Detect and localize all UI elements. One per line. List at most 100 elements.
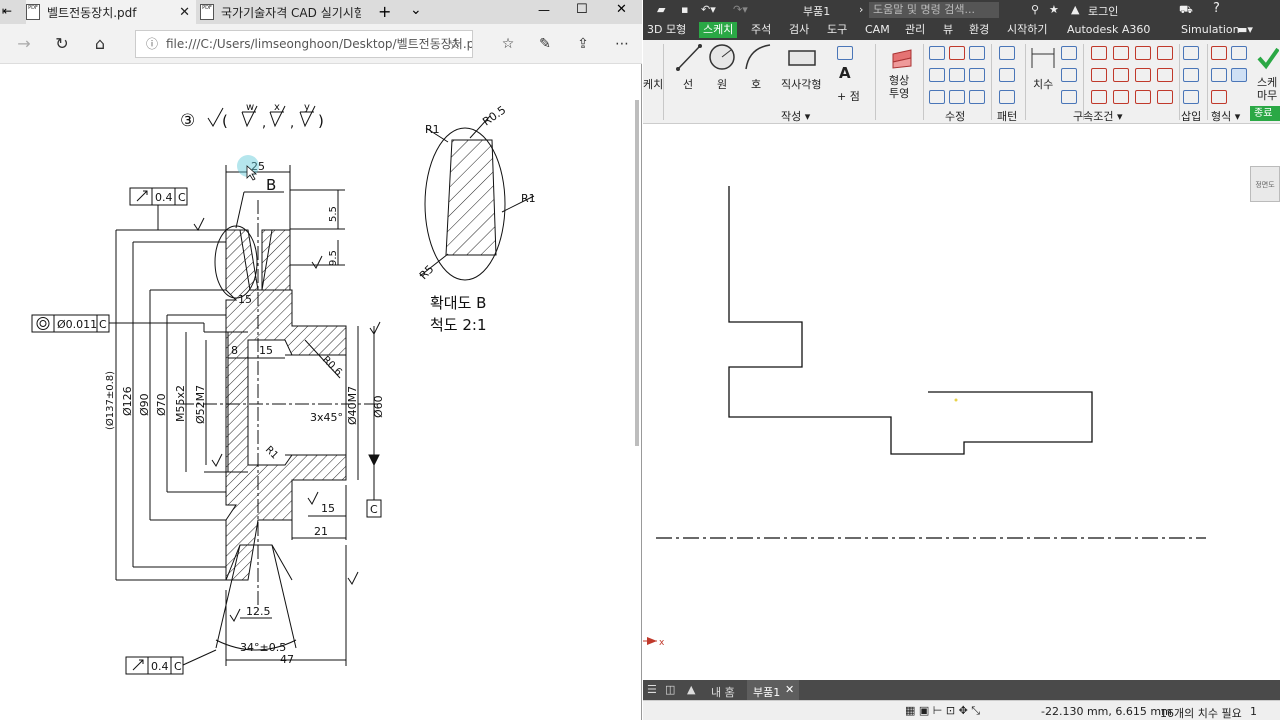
copy-icon[interactable] [929,68,945,82]
text-tool-button[interactable]: A [839,64,851,82]
status-tools-icon[interactable]: ▦ ▣ ⊢ ⊡ ✥ ⤡ [905,704,980,718]
close-doc-icon[interactable]: ✕ [785,683,794,696]
tab-simulation[interactable]: Simulation [1177,22,1244,38]
driven-dimension-icon[interactable] [1211,90,1227,104]
constraint-settings-icon[interactable] [1061,90,1077,104]
tab-view[interactable]: 뷰 [939,22,957,38]
favorites-list-icon[interactable]: ☆ [496,32,520,56]
finish-sketch-label[interactable]: 스케 마무 [1257,76,1277,102]
horizontal-icon[interactable] [1135,68,1151,82]
address-bar[interactable]: ⓘ file:///C:/Users/limseonghoon/Desktop/… [135,30,473,58]
back-arrow-icon[interactable]: → [12,32,36,56]
tab-environment[interactable]: 환경 [965,22,993,38]
construction-icon[interactable] [1211,46,1227,60]
offset-icon[interactable] [969,90,985,104]
rectangle-label[interactable]: 직사각형 [781,76,821,92]
close-tab-icon[interactable]: ✕ [179,5,190,20]
tab-cad-exam[interactable]: PDF 국가기술자격 CAD 실기시험 [200,0,370,24]
rectangle-tool-icon[interactable] [787,48,817,68]
collinear-icon[interactable] [1113,46,1129,60]
insert-image-icon[interactable] [1183,46,1199,60]
rect-pattern-icon[interactable] [999,46,1015,60]
parallel-icon[interactable] [1091,68,1107,82]
tab-sketch[interactable]: 스케치 [699,22,738,38]
help-search-input[interactable]: 도움말 및 명령 검색... [869,2,999,18]
more-icon[interactable]: ⋯ [610,32,634,56]
coincident-icon[interactable] [1091,46,1107,60]
group-format[interactable]: 형식 ▾ [1211,108,1240,124]
tab-tools[interactable]: 도구 [823,22,851,38]
smooth-icon[interactable] [1113,90,1129,104]
list-icon[interactable]: ▲ [687,683,695,696]
help-icon[interactable]: ?⁠ [1213,1,1220,16]
maximize-button[interactable]: ☐ [576,2,588,17]
tab-annotate[interactable]: 주석 [747,22,775,38]
favorite-star-icon[interactable]: ☆ [443,32,467,56]
move-icon[interactable] [929,46,945,60]
pdf-scrollbar[interactable] [635,100,639,446]
tab-my-home[interactable]: 내 홈 [711,684,735,700]
star-icon[interactable]: ★ [1049,3,1059,16]
tab-belt-pdf[interactable]: PDF 벨트전동장치.pdf ✕ [26,0,196,24]
new-tab-button[interactable]: + [378,2,391,21]
share-icon[interactable]: ⇪ [571,32,595,56]
cart-icon[interactable]: ⛟ [1179,3,1193,18]
equal-icon[interactable] [1157,90,1173,104]
stretch-icon[interactable] [969,68,985,82]
tab-manage[interactable]: 관리 [901,22,929,38]
tab-3d-model[interactable]: 3D 모형 [643,22,690,38]
tab-cam[interactable]: CAM [861,22,894,38]
login-button[interactable]: 로그인 [1088,3,1118,19]
save-icon[interactable]: ▪ [681,3,688,16]
trim-icon[interactable] [949,46,965,60]
group-constrain[interactable]: 구속조건 ▾ [1073,108,1123,124]
tangent-icon[interactable] [1091,90,1107,104]
tab-a360[interactable]: Autodesk A360 [1063,22,1154,38]
home-icon[interactable]: ⌂ [88,32,112,56]
line-tool-icon[interactable] [675,42,703,72]
pen-icon[interactable]: ✎ [533,32,557,56]
project-label[interactable]: 형상 투영 [889,74,909,100]
insert-acad-icon[interactable] [1183,90,1199,104]
format-icon[interactable] [1231,46,1247,60]
auto-dimension-icon[interactable] [1061,46,1077,60]
center-point-icon[interactable] [1231,68,1247,82]
group-create[interactable]: 작성 ▾ [781,108,810,124]
tab-actions-icon[interactable]: ⇤ [2,4,12,18]
vertical-icon[interactable] [1157,68,1173,82]
show-constraints-icon[interactable] [1061,68,1077,82]
cascade-icon[interactable]: ◫ [665,683,675,696]
insert-points-icon[interactable] [1183,68,1199,82]
circ-pattern-icon[interactable] [999,68,1015,82]
mirror-icon[interactable] [999,90,1015,104]
symmetric-icon[interactable] [1135,90,1151,104]
dimension-label[interactable]: 치수 [1033,76,1053,92]
tab-options-icon[interactable]: ▬▾ [1237,23,1253,36]
concentric-icon[interactable] [1135,46,1151,60]
tab-getting-started[interactable]: 시작하기 [1003,22,1051,38]
circle-label[interactable]: 원 [717,76,727,92]
rotate-icon[interactable] [929,90,945,104]
centerline-icon[interactable] [1211,68,1227,82]
tab-inspect[interactable]: 검사 [785,22,813,38]
undo-icon[interactable]: ↶▾ [701,3,716,16]
sketch-profile-line[interactable] [728,186,1093,455]
fillet-icon[interactable] [837,46,853,60]
sketch-canvas[interactable]: 정면도 x [643,124,1280,680]
finish-sketch-check-icon[interactable] [1257,46,1279,70]
dimension-tool-icon[interactable] [1029,44,1057,70]
minimize-button[interactable]: — [538,3,550,17]
arc-tool-icon[interactable] [743,42,773,72]
line-label[interactable]: 선 [683,76,693,92]
arc-label[interactable]: 호 [751,76,761,92]
point-tool-button[interactable]: + 점 [837,88,860,104]
redo-icon[interactable]: ↷▾ [733,3,748,16]
fix-icon[interactable] [1157,46,1173,60]
project-geometry-icon[interactable] [889,46,915,70]
split-icon[interactable] [949,90,965,104]
scale-icon[interactable] [969,46,985,60]
tile-icon[interactable]: ☰ [647,683,657,696]
tab-part1[interactable]: 부품1 [753,684,780,700]
circle-tool-icon[interactable] [707,42,737,72]
search-icon[interactable]: ⚲ [1031,3,1039,16]
